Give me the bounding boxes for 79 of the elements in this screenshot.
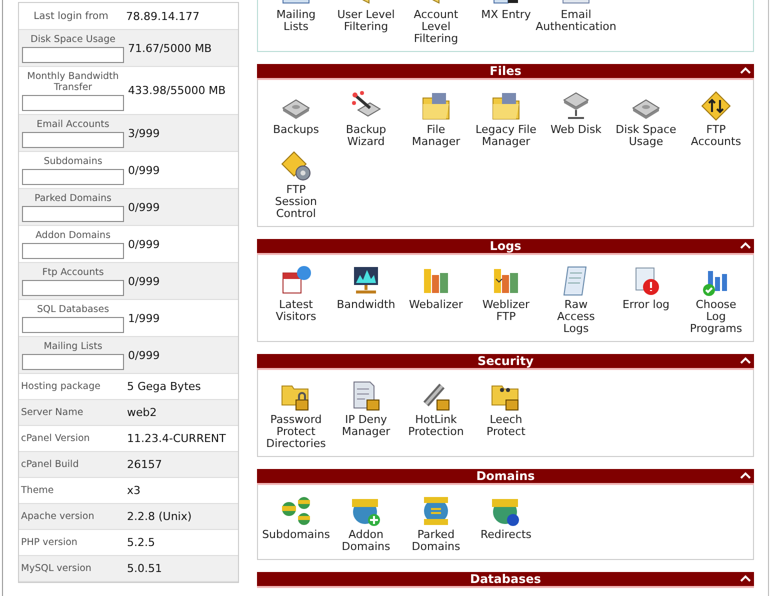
warning-sign-icon[interactable]: [700, 90, 732, 122]
feature-link[interactable]: MX Entry: [481, 9, 531, 21]
stat-label: Hosting package: [21, 381, 100, 392]
stat-label: Monthly Bandwidth Transfer: [26, 71, 120, 93]
feature-link[interactable]: Web Disk: [550, 124, 602, 136]
feature-link[interactable]: Leech Protect: [475, 414, 537, 438]
feature-link[interactable]: Mailing Lists: [265, 9, 327, 33]
feature-link[interactable]: Email Authentication: [536, 9, 616, 33]
section-header[interactable]: Logs: [257, 239, 754, 255]
globe-icon[interactable]: [280, 495, 312, 527]
collapse-icon[interactable]: [740, 575, 751, 582]
stat-label: Addon Domains: [35, 230, 111, 241]
feature-link[interactable]: Webalizer: [409, 299, 463, 311]
stat-label: Ftp Accounts: [42, 267, 104, 278]
feature-link[interactable]: Choose Log Programs: [685, 299, 747, 335]
stat-value: 5 Gega Bytes: [126, 380, 201, 393]
section-header[interactable]: Security: [257, 354, 754, 370]
stat-value: 78.89.14.177: [125, 10, 200, 22]
stat-value: 26157: [126, 458, 162, 471]
stat-value: 5.0.51: [126, 562, 162, 575]
collapse-icon[interactable]: [740, 242, 751, 249]
stat-value: 0/999: [127, 200, 160, 214]
feature-link[interactable]: Account Level Filtering: [405, 9, 467, 45]
stat-value: 11.23.4-CURRENT: [126, 432, 226, 445]
stat-value: web2: [126, 406, 157, 419]
folder-icon[interactable]: [420, 90, 452, 122]
stat-value: 3/999: [127, 126, 160, 140]
stat-label: Parked Domains: [34, 193, 112, 204]
stat-label: Mailing Lists: [44, 341, 102, 352]
feature-link[interactable]: Redirects: [480, 529, 532, 541]
feature-link[interactable]: User Level Filtering: [335, 9, 397, 33]
stat-label: Server Name: [21, 407, 84, 418]
stat-value: 0/999: [127, 238, 160, 250]
stat-label: Email Accounts: [36, 119, 110, 130]
collapse-icon[interactable]: [740, 357, 751, 364]
stat-label: PHP version: [21, 537, 78, 548]
stat-label: cPanel Version: [21, 433, 90, 444]
feature-link[interactable]: FTP Accounts: [685, 124, 747, 148]
feature-link[interactable]: Parked Domains: [405, 529, 467, 553]
stat-label: Last login from: [34, 10, 108, 22]
section-header[interactable]: Domains: [257, 469, 754, 485]
warning-sign-gear-icon[interactable]: [280, 150, 312, 182]
section-header[interactable]: Databases: [257, 572, 754, 588]
stat-value: 1/999: [127, 312, 160, 324]
stat-value: 2.2.8 (Unix): [126, 510, 192, 523]
feature-link[interactable]: File Manager: [405, 124, 467, 148]
feature-link[interactable]: Password Protect Directories: [265, 414, 327, 450]
stat-value: x3: [126, 484, 141, 497]
feature-link[interactable]: Bandwidth: [336, 299, 396, 311]
section-header[interactable]: Files: [257, 64, 754, 80]
feature-link[interactable]: Legacy File Manager: [475, 124, 537, 148]
stat-value: 5.2.5: [126, 536, 155, 549]
stat-label: SQL Databases: [36, 304, 110, 315]
stat-value: 0/999: [127, 164, 160, 176]
stat-label: Disk Space Usage: [30, 34, 116, 45]
folder-icon[interactable]: [490, 90, 522, 122]
feature-link[interactable]: FTP Session Control: [265, 184, 327, 220]
feature-link[interactable]: IP Deny Manager: [335, 414, 397, 438]
stat-label: Theme: [21, 485, 54, 496]
feature-link[interactable]: Subdomains: [262, 529, 330, 541]
stat-value: 71.67/5000 MB: [127, 42, 212, 54]
stat-value: 433.98/55000 MB: [127, 84, 226, 97]
stat-value: 0/999: [127, 274, 160, 288]
stat-label: Apache version: [21, 511, 94, 522]
stat-label: Subdomains: [44, 156, 102, 167]
feature-link[interactable]: Disk Space Usage: [615, 124, 677, 148]
stat-label: cPanel Build: [21, 459, 79, 470]
feature-link[interactable]: Weblizer FTP: [475, 299, 537, 323]
feature-link[interactable]: Latest Visitors: [265, 299, 327, 323]
feature-link[interactable]: Error log: [622, 299, 670, 311]
feature-link[interactable]: Backups: [272, 124, 320, 136]
feature-link[interactable]: Backup Wizard: [335, 124, 397, 148]
stat-value: 0/999: [127, 348, 160, 362]
feature-link[interactable]: HotLink Protection: [405, 414, 467, 438]
feature-link[interactable]: Raw Access Logs: [545, 299, 607, 335]
collapse-icon[interactable]: [740, 472, 751, 479]
collapse-icon[interactable]: [740, 67, 751, 74]
stat-label: MySQL version: [21, 563, 92, 574]
feature-link[interactable]: Addon Domains: [335, 529, 397, 553]
